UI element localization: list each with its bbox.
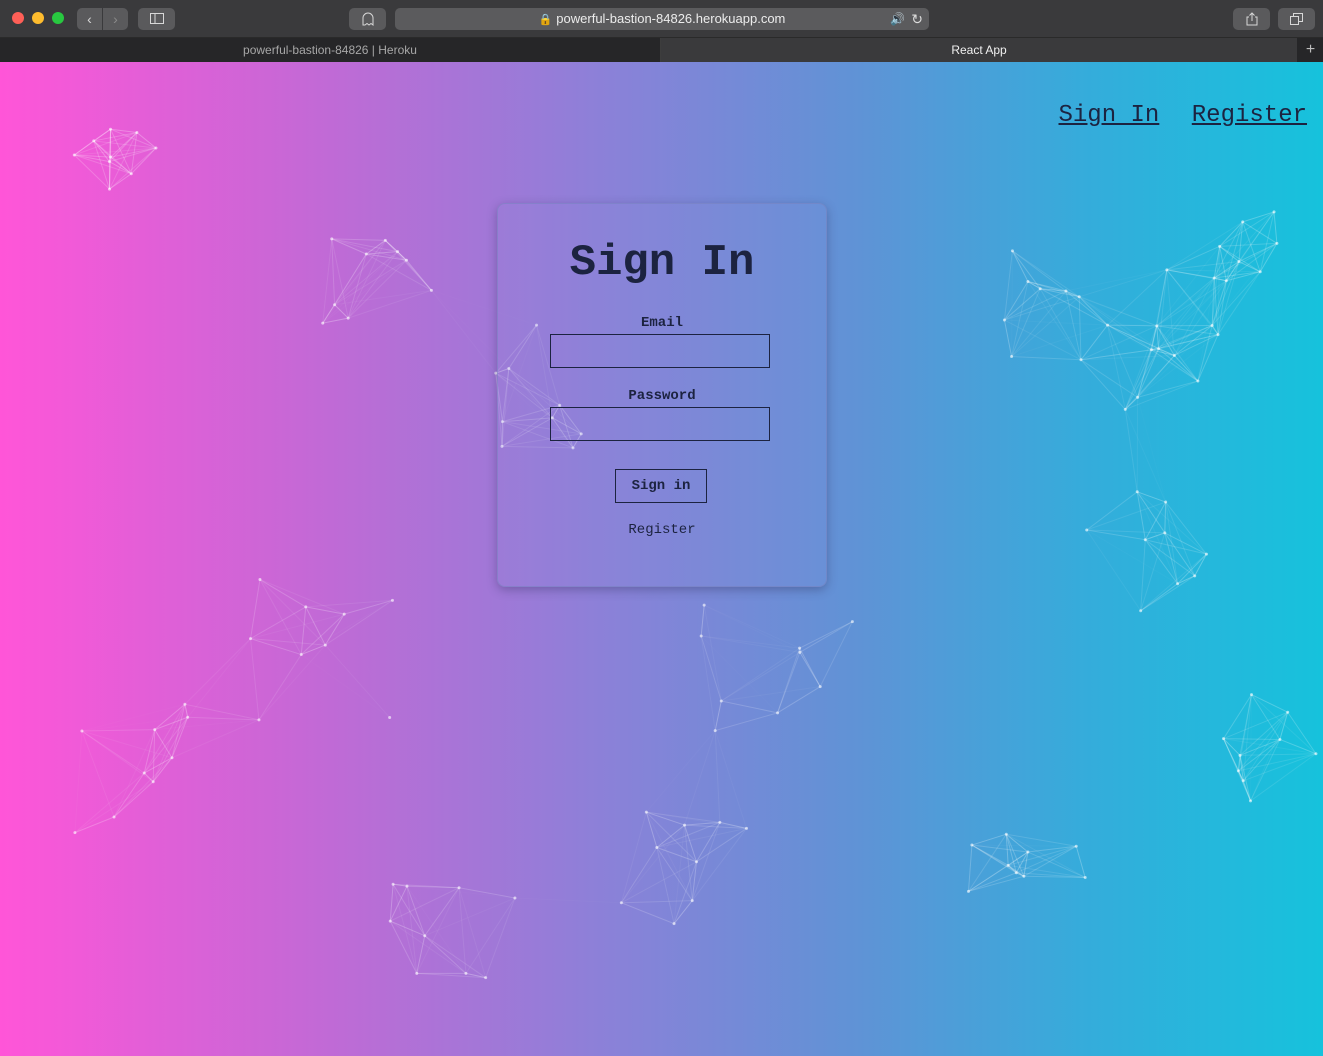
password-field[interactable]	[550, 407, 770, 441]
maximize-window-icon[interactable]	[52, 12, 64, 24]
back-button[interactable]: ‹	[77, 8, 102, 30]
email-label: Email	[640, 315, 683, 331]
register-link[interactable]: Register	[498, 522, 826, 538]
address-text: powerful-bastion-84826.herokuapp.com	[556, 11, 786, 26]
tabs-icon	[1290, 13, 1303, 25]
share-icon	[1246, 12, 1257, 26]
new-tab-button[interactable]: +	[1298, 38, 1323, 62]
lock-icon: 🔒	[538, 14, 553, 26]
nav-sign-in-link[interactable]: Sign In	[1059, 102, 1160, 129]
share-button[interactable]	[1233, 8, 1270, 30]
password-label: Password	[628, 388, 696, 404]
page-title: Sign In	[569, 238, 755, 288]
tab-overview-button[interactable]	[1278, 8, 1315, 30]
audio-icon[interactable]: 🔊	[890, 8, 905, 30]
top-nav: Sign In Register	[1031, 102, 1308, 129]
page-background: Sign In Register Sign In Email Password …	[0, 62, 1323, 1056]
tab-bar: powerful-bastion-84826 | Heroku React Ap…	[0, 38, 1323, 62]
sidebar-toggle-button[interactable]	[138, 8, 175, 30]
browser-toolbar: ‹ › 🔒 powerful-bastion-84826.herokuapp.co…	[0, 0, 1323, 38]
sign-in-card: Sign In Email Password Sign in Register	[497, 203, 827, 587]
close-window-icon[interactable]	[12, 12, 24, 24]
tab-react-app[interactable]: React App	[661, 38, 1297, 62]
nav-register-link[interactable]: Register	[1192, 102, 1307, 129]
extension-button[interactable]	[349, 8, 386, 30]
minimize-window-icon[interactable]	[32, 12, 44, 24]
email-field[interactable]	[550, 334, 770, 368]
tab-heroku[interactable]: powerful-bastion-84826 | Heroku	[0, 38, 661, 62]
forward-button[interactable]: ›	[103, 8, 128, 30]
ghost-icon	[362, 12, 373, 26]
sidebar-icon	[149, 13, 164, 24]
address-bar[interactable]: 🔒 powerful-bastion-84826.herokuapp.com 🔊 …	[395, 8, 929, 30]
sign-in-button[interactable]: Sign in	[615, 469, 707, 503]
reload-icon[interactable]: ↻	[911, 8, 923, 30]
